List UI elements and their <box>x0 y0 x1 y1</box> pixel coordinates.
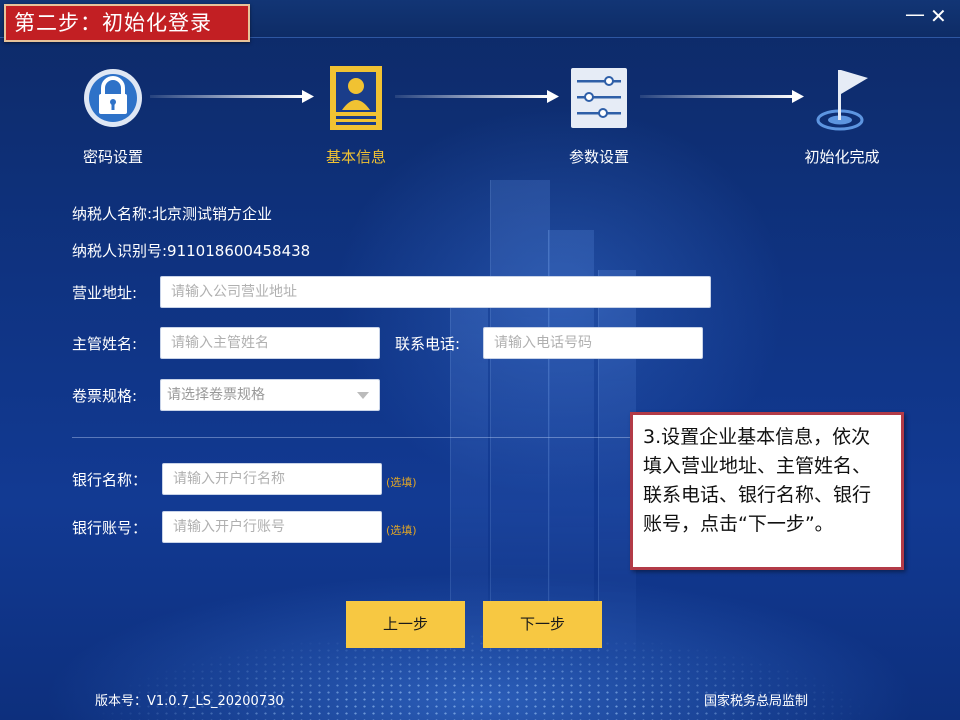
step-label: 基本信息 <box>325 148 386 166</box>
phone-input[interactable] <box>483 327 703 359</box>
lock-icon <box>84 69 142 127</box>
step-arrow <box>395 90 560 103</box>
step-parameters: 参数设置 <box>539 64 659 167</box>
roll-spec-label: 卷票规格: <box>72 387 138 405</box>
optional-tag: (选填) <box>386 476 417 489</box>
next-step-button[interactable]: 下一步 <box>483 601 602 648</box>
bank-name-input[interactable] <box>162 463 382 495</box>
taxpayer-name: 纳税人名称:北京测试销方企业 <box>72 205 273 223</box>
step-password: 密码设置 <box>53 64 173 167</box>
roll-spec-select[interactable]: 请选择卷票规格 <box>160 379 380 411</box>
address-input[interactable] <box>160 276 711 308</box>
chevron-down-icon <box>357 392 369 399</box>
step-title: 第二步：初始化登录 <box>4 4 250 42</box>
issuer-label: 国家税务总局监制 <box>704 694 809 709</box>
form-divider <box>72 437 712 438</box>
step-arrow <box>640 90 805 103</box>
sliders-icon <box>571 68 627 128</box>
step-label: 密码设置 <box>82 148 143 166</box>
manager-input[interactable] <box>160 327 380 359</box>
version-label: 版本号：V1.0.7_LS_20200730 <box>95 694 284 709</box>
close-button[interactable]: ✕ <box>930 6 947 26</box>
optional-tag: (选填) <box>386 524 417 537</box>
minimize-button[interactable]: — <box>905 4 925 24</box>
bank-name-label: 银行名称： <box>72 471 148 489</box>
instruction-callout: 3.设置企业基本信息，依次填入营业地址、主管姓名、联系电话、银行名称、银行账号，… <box>630 412 904 570</box>
bank-account-label: 银行账号： <box>72 519 148 537</box>
roll-spec-placeholder: 请选择卷票规格 <box>167 387 265 403</box>
id-card-icon <box>330 66 382 130</box>
prev-step-button[interactable]: 上一步 <box>346 601 465 648</box>
phone-label: 联系电话: <box>395 335 461 353</box>
step-label: 参数设置 <box>568 148 629 166</box>
step-complete: 初始化完成 <box>782 64 902 167</box>
manager-label: 主管姓名: <box>72 335 138 353</box>
flag-icon <box>816 70 868 131</box>
app-window: 第二步：初始化登录 — ✕ 密码设置 基本信息 参数设置 初始化完成 纳税人名称… <box>0 0 960 720</box>
bank-account-input[interactable] <box>162 511 382 543</box>
address-label: 营业地址: <box>72 284 138 302</box>
step-label: 初始化完成 <box>804 148 880 166</box>
step-arrow <box>150 90 315 103</box>
taxpayer-id: 纳税人识别号:911018600458438 <box>72 242 311 260</box>
step-basic-info: 基本信息 <box>296 64 416 167</box>
